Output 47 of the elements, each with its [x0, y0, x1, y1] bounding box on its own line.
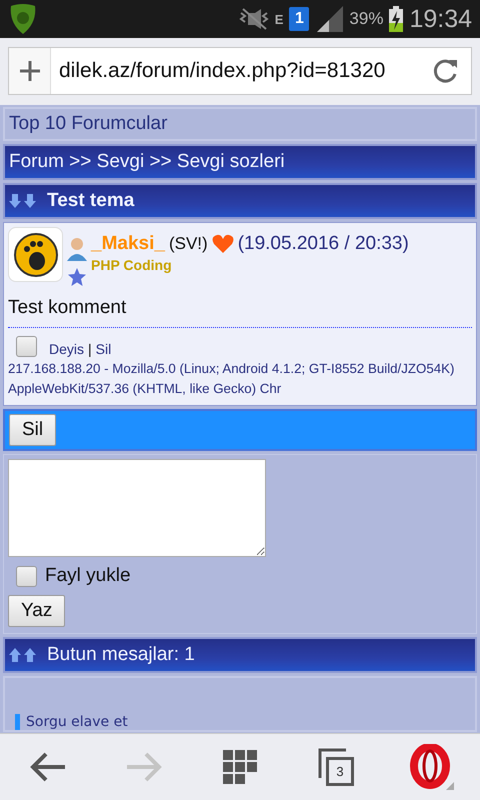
user-tag: (SV!): [168, 234, 208, 254]
battery-icon: [389, 6, 404, 32]
attach-checkbox[interactable]: [16, 566, 37, 586]
url-text: dilek.az/forum/index.php?id=81320: [58, 59, 386, 83]
user-agent-text: 217.168.188.20 - Mozilla/5.0 (Linux; Android 4.1.2; GT-I8552 Build/JZO54K) AppleWebKit/537.36 (KHTML, like Gecko) Chr: [8, 360, 456, 398]
tabs-stack-icon: [318, 748, 346, 780]
shield-icon: [8, 3, 38, 35]
opera-logo-icon: [410, 744, 454, 790]
query-link[interactable]: Sorgu elave et: [26, 714, 128, 730]
message-input[interactable]: [8, 459, 266, 557]
bullet-mark: [15, 714, 20, 730]
post-date: (19.05.2016 / 20:33): [238, 233, 409, 255]
forward-arrow-icon: [126, 752, 162, 782]
reload-icon[interactable]: [431, 57, 459, 85]
top-forum-users-link[interactable]: Top 10 Forumcular: [3, 107, 477, 141]
heart-icon: [212, 234, 234, 254]
signal-icon: [315, 6, 344, 32]
footprint-logo-icon: [14, 232, 58, 276]
sim-icon: 1: [289, 7, 310, 31]
post-action-link[interactable]: Deyis: [49, 341, 84, 357]
address-bar[interactable]: dilek.az/forum/index.php?id=81320: [8, 47, 472, 95]
delete-button[interactable]: Sil: [9, 414, 56, 446]
back-arrow-icon: [30, 752, 66, 782]
add-tab-button[interactable]: [9, 48, 51, 94]
breadcrumb: Forum >> Sevgi >> Sevgi sozleri: [3, 144, 477, 180]
network-type: E: [274, 12, 284, 26]
down-arrows-icon: [9, 193, 39, 209]
up-arrows-icon: [9, 647, 39, 663]
post-text: Test komment: [8, 287, 472, 328]
topic-title: Test tema: [47, 190, 134, 212]
plus-icon: [20, 61, 40, 81]
battery-percent: 39%: [349, 9, 384, 29]
clock: 19:34: [409, 4, 472, 34]
opera-menu-button[interactable]: [407, 742, 457, 792]
messages-count: Butun mesajlar: 1: [47, 644, 195, 666]
tab-count: 3: [326, 757, 354, 786]
submit-button[interactable]: Yaz: [8, 595, 66, 627]
user-icon: [67, 237, 87, 261]
separator-text: |: [88, 341, 92, 357]
grid-icon: [223, 750, 257, 784]
post-checkbox[interactable]: [16, 336, 37, 357]
attach-label: Fayl yukle: [45, 565, 131, 587]
tabs-button[interactable]: 3: [311, 742, 361, 792]
mute-vibrate-icon: [238, 7, 269, 31]
star-icon: [67, 267, 87, 287]
post-action-link[interactable]: Sil: [96, 341, 112, 357]
user-rank: PHP Coding: [91, 257, 172, 273]
